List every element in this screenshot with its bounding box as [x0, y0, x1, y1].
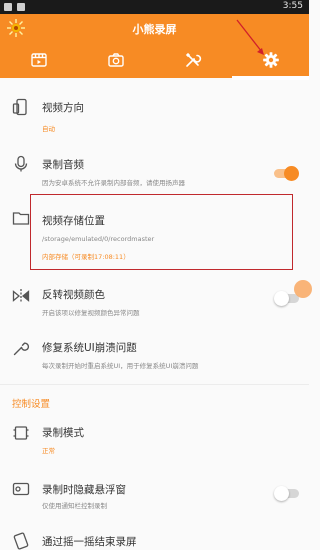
- phone-orientation-icon: [12, 98, 30, 116]
- app-notification-icon: [17, 3, 25, 11]
- record-mode-title: 录制模式: [42, 427, 84, 439]
- orientation-title: 视频方向: [42, 102, 84, 114]
- camera-icon: [107, 53, 124, 67]
- setting-invert-color[interactable]: 反转视频颜色 开启该项以修复视频颜色异常问题: [0, 283, 309, 327]
- status-time: 3:55: [282, 1, 303, 11]
- section-divider: [0, 384, 309, 385]
- setting-record-audio[interactable]: 录制音频 因为安卓系统不允许录制内部音频，请使用扬声器: [0, 150, 309, 196]
- setting-record-mode[interactable]: 录制模式 正常: [0, 420, 309, 464]
- setting-video-orientation[interactable]: 视频方向 自动: [0, 92, 309, 138]
- setting-hide-float-window[interactable]: 录制时隐藏悬浮窗 仅使用通知栏控制录制: [0, 478, 309, 518]
- tab-settings[interactable]: [232, 46, 309, 74]
- tab-screenshots[interactable]: [77, 46, 154, 74]
- video-list-icon: [30, 53, 47, 67]
- record-audio-title: 录制音频: [42, 159, 84, 171]
- app-title: 小熊录屏: [132, 23, 177, 36]
- annotation-highlight-box: [30, 194, 293, 270]
- gear-icon: [262, 52, 279, 68]
- shake-phone-icon: [12, 532, 30, 550]
- fix-crash-title: 修复系统UI崩溃问题: [42, 342, 137, 354]
- hide-float-toggle[interactable]: [274, 486, 299, 501]
- control-section-header: 控制设置: [12, 399, 51, 410]
- hide-float-title: 录制时隐藏悬浮窗: [42, 484, 126, 496]
- status-bar: 3:55: [0, 0, 309, 14]
- microphone-icon: [12, 155, 30, 173]
- invert-color-title: 反转视频颜色: [42, 289, 105, 301]
- setting-shake-stop[interactable]: 通过摇一摇结束录屏: [0, 530, 309, 550]
- notification-icons: [4, 3, 25, 11]
- record-mode-value: 正常: [42, 447, 55, 455]
- tab-videos[interactable]: [0, 46, 77, 74]
- fix-crash-subtitle: 每次录制开始时重启系统UI，用于修复系统UI崩溃问题: [42, 362, 199, 370]
- invert-color-subtitle: 开启该项以修复视频颜色异常问题: [42, 309, 140, 317]
- record-audio-subtitle: 因为安卓系统不允许录制内部音频，请使用扬声器: [42, 179, 185, 187]
- record-mode-icon: [12, 424, 30, 442]
- folder-icon: [12, 209, 30, 227]
- active-tab-indicator: [232, 76, 309, 80]
- orientation-value: 自动: [42, 125, 55, 133]
- wrench-icon: [12, 339, 30, 357]
- tools-icon: [185, 52, 201, 67]
- floating-ball[interactable]: [294, 280, 312, 298]
- hide-float-subtitle: 仅使用通知栏控制录制: [42, 502, 107, 510]
- app-bar: 小熊录屏: [0, 14, 309, 80]
- record-audio-toggle[interactable]: [274, 166, 299, 181]
- invert-color-icon: [12, 287, 30, 305]
- shake-stop-title: 通过摇一摇结束录屏: [42, 536, 137, 548]
- tab-tools[interactable]: [154, 46, 231, 74]
- setting-fix-ui-crash[interactable]: 修复系统UI崩溃问题 每次录制开始时重启系统UI，用于修复系统UI崩溃问题: [0, 337, 309, 381]
- float-window-icon: [12, 480, 30, 498]
- notification-icon: [4, 3, 12, 11]
